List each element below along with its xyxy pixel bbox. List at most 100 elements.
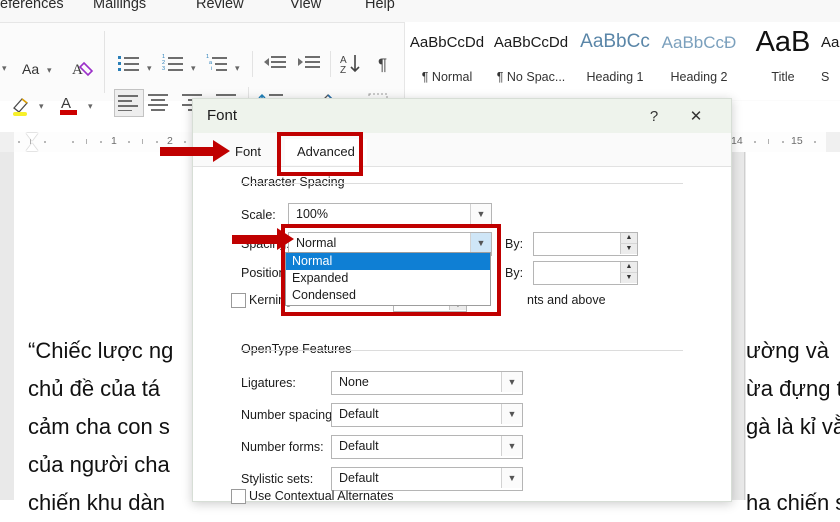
style-subtitle[interactable]: Aa S <box>819 22 840 100</box>
tab-font[interactable]: Font <box>223 139 273 165</box>
ribbon-tab-review[interactable]: Review <box>196 0 244 12</box>
number-spacing-label: Number spacing: <box>241 408 336 422</box>
dialog-tab-strip: Font Advanced <box>193 133 731 167</box>
contextual-alternates-checkbox[interactable] <box>231 489 246 504</box>
font-color-chevron-icon[interactable]: ▾ <box>88 101 93 112</box>
page-edge-line <box>744 152 745 500</box>
hanging-indent-marker[interactable] <box>26 143 38 151</box>
style-label: Title <box>771 70 795 84</box>
style-no-spacing[interactable]: AaBbCcDd ¶ No Spac... <box>489 22 573 100</box>
sort-group-divider <box>330 51 331 77</box>
bullet-list-icon[interactable] <box>118 55 140 72</box>
stylistic-sets-label: Stylistic sets: <box>241 472 314 486</box>
character-spacing-group-line <box>241 183 683 184</box>
chevron-down-icon[interactable]: ▼ <box>501 436 522 456</box>
multilevel-list-icon[interactable]: 1 a i <box>206 54 228 72</box>
chevron-down-icon[interactable]: ▼ <box>501 468 522 488</box>
text-highlight-icon[interactable] <box>10 95 34 122</box>
contextual-alternates-label: Use Contextual Alternates <box>249 489 394 503</box>
style-preview: AaBbCс <box>580 31 650 52</box>
align-center-icon[interactable] <box>148 94 170 117</box>
annotation-arrow-spacing-dropdown <box>232 228 294 250</box>
ligatures-value: None <box>339 375 369 389</box>
svg-text:Z: Z <box>340 65 346 75</box>
ligatures-label: Ligatures: <box>241 376 296 390</box>
stylistic-sets-combobox[interactable]: Default ▼ <box>331 467 523 491</box>
kerning-checkbox[interactable] <box>231 293 246 308</box>
spinner-up-icon[interactable]: ▲ <box>620 262 637 272</box>
svg-text:A: A <box>61 95 71 112</box>
document-line: ha chiến s <box>746 490 840 515</box>
spinner-down-icon[interactable]: ▼ <box>620 272 637 283</box>
annotation-box-spacing-dropdown <box>281 224 501 316</box>
style-normal[interactable]: AaBbCcDd ¶ Normal <box>405 22 489 100</box>
highlight-chevron-icon[interactable]: ▾ <box>39 101 44 112</box>
style-preview: Aa <box>821 34 840 51</box>
document-page-right[interactable]: ường và ừa đựng tìn gà là kỉ vằ ha chiến… <box>746 152 840 515</box>
spinner-down-icon[interactable]: ▼ <box>620 243 637 254</box>
style-heading-2[interactable]: AaBbCcĐ Heading 2 <box>657 22 741 100</box>
increase-indent-icon[interactable] <box>298 56 320 73</box>
change-case-chevron-icon[interactable]: ▾ <box>47 65 52 76</box>
spinner-up-icon[interactable]: ▲ <box>620 233 637 243</box>
style-preview: AaBbCcDd <box>409 34 485 51</box>
position-by-spinner[interactable]: ▲ ▼ <box>533 261 638 285</box>
sort-az-icon[interactable]: A Z <box>340 53 368 80</box>
first-line-indent-marker[interactable] <box>26 133 38 141</box>
multilevel-list-chevron-icon[interactable]: ▾ <box>235 63 240 74</box>
document-text-right: ường và ừa đựng tìn gà là kỉ vằ ha chiến… <box>746 332 840 522</box>
ribbon-group-divider <box>104 31 105 93</box>
dialog-body: Font Advanced Character Spacing Scale: 1… <box>193 133 731 504</box>
ribbon-tab-references[interactable]: eferences <box>0 0 64 12</box>
close-icon[interactable]: ✕ <box>679 105 713 129</box>
svg-text:A: A <box>72 62 83 78</box>
ribbon-tab-view[interactable]: View <box>290 0 321 12</box>
number-spacing-value: Default <box>339 407 379 421</box>
chevron-down-icon[interactable]: ▼ <box>501 372 522 392</box>
document-line: ừa đựng tìn <box>746 376 840 401</box>
ribbon-tab-help[interactable]: Help <box>365 0 395 12</box>
chevron-down-icon[interactable]: ▼ <box>470 204 491 224</box>
opentype-group-line <box>241 350 683 351</box>
bullet-list-chevron-icon[interactable]: ▾ <box>147 63 152 74</box>
style-title[interactable]: AaB Title <box>741 22 825 100</box>
ligatures-combobox[interactable]: None ▼ <box>331 371 523 395</box>
ribbon-tab-mailings[interactable]: Mailings <box>93 0 146 12</box>
annotation-box-advanced-tab <box>277 132 363 176</box>
ruler-number: 14 <box>731 135 743 147</box>
ribbon-tab-strip: eferences Mailings Review View Help <box>0 0 840 22</box>
spacing-by-spinner[interactable]: ▲ ▼ <box>533 232 638 256</box>
stylistic-sets-value: Default <box>339 471 379 485</box>
style-preview: AaBbCcDd <box>493 34 569 51</box>
document-line: gà là kỉ vằ <box>746 414 840 439</box>
kerning-suffix-label: nts and above <box>527 293 606 307</box>
decrease-indent-icon[interactable] <box>264 56 286 73</box>
style-heading-1[interactable]: AaBbCс Heading 1 <box>573 22 657 100</box>
show-formatting-marks-icon[interactable]: ¶ <box>378 55 387 75</box>
style-label: ¶ No Spac... <box>496 70 566 84</box>
align-left-button[interactable] <box>114 89 144 117</box>
dialog-titlebar[interactable]: Font ? ✕ <box>193 99 731 133</box>
help-icon[interactable]: ? <box>639 105 669 129</box>
numbered-list-chevron-icon[interactable]: ▾ <box>191 63 196 74</box>
change-case-icon[interactable]: Aa <box>22 61 39 77</box>
styles-gallery: AaBbCcDd ¶ Normal AaBbCcDd ¶ No Spac... … <box>404 22 840 100</box>
font-color-icon[interactable]: A <box>58 93 80 122</box>
document-line: ường và <box>746 338 829 363</box>
numbered-list-icon[interactable]: 1 2 3 <box>162 54 184 72</box>
ruler-number: 15 <box>791 135 803 147</box>
ruler-number: 1 <box>111 135 117 147</box>
font-size-chevron-icon[interactable]: ▾ <box>2 63 7 74</box>
number-forms-value: Default <box>339 439 379 453</box>
clear-formatting-icon[interactable]: A <box>72 59 94 84</box>
style-label: Heading 2 <box>670 70 728 84</box>
chevron-down-icon[interactable]: ▼ <box>501 404 522 424</box>
number-forms-combobox[interactable]: Default ▼ <box>331 435 523 459</box>
style-label: ¶ Normal <box>421 70 473 84</box>
dialog-title: Font <box>207 107 238 124</box>
position-by-label: By: <box>505 266 524 280</box>
number-spacing-combobox[interactable]: Default ▼ <box>331 403 523 427</box>
style-label: Heading 1 <box>586 70 644 84</box>
style-preview: AaB <box>755 26 811 58</box>
